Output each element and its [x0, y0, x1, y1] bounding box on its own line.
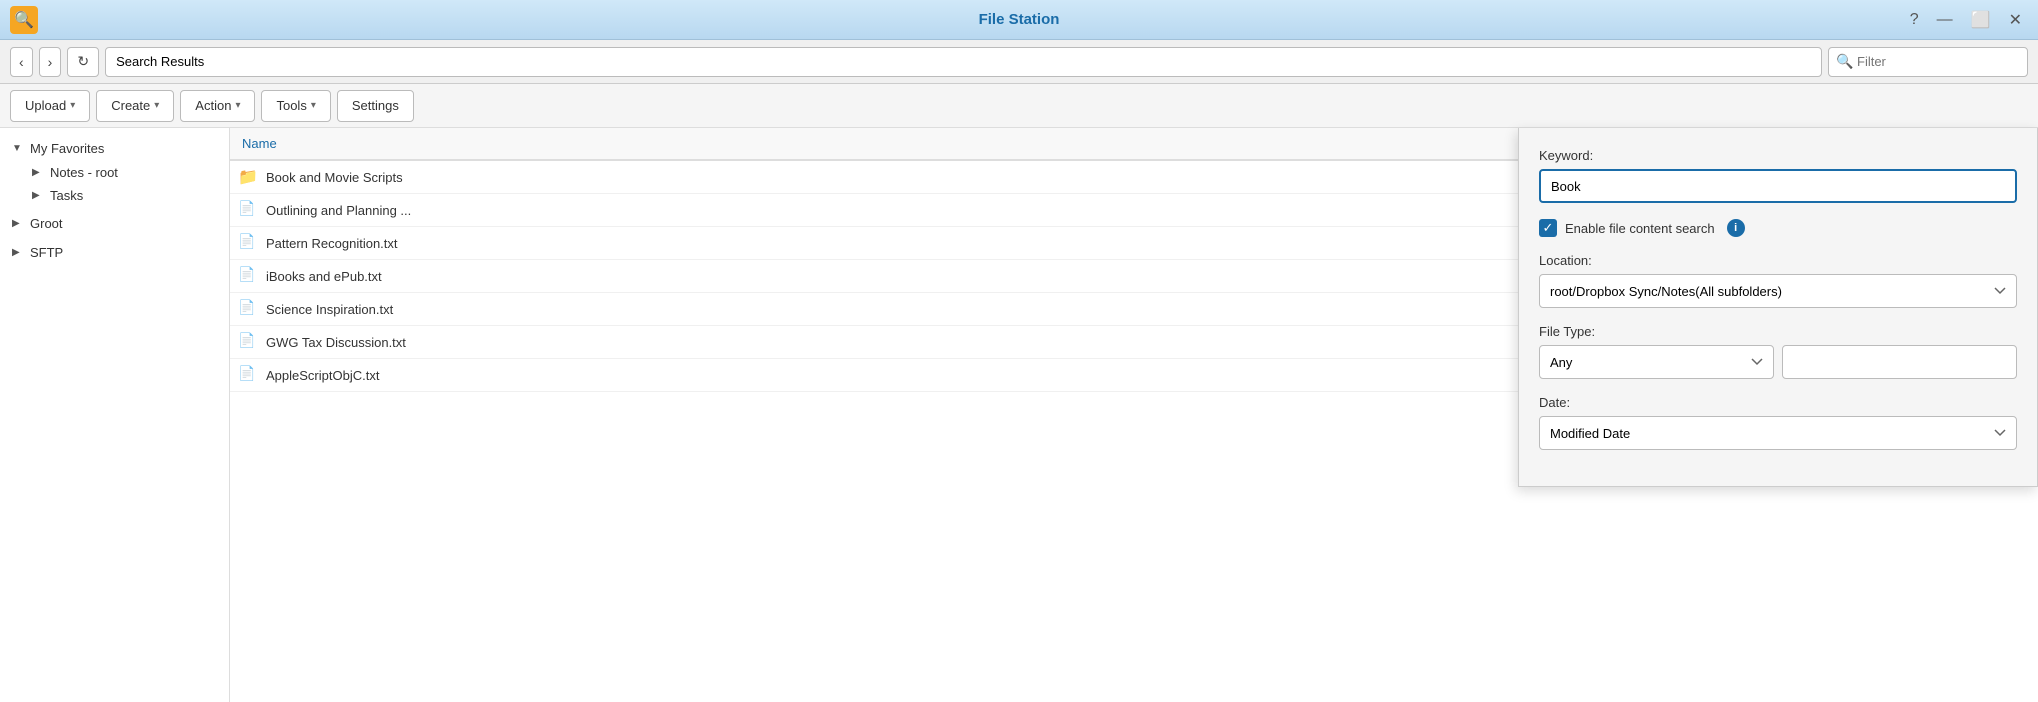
upload-arrow-icon: ▾	[70, 100, 75, 111]
date-label: Date:	[1539, 395, 2017, 410]
doc-icon: 📄	[238, 200, 258, 220]
date-select[interactable]: Modified Date Creation Date Last Access …	[1539, 416, 2017, 450]
doc-icon: 📄	[238, 266, 258, 286]
sidebar-item-sftp[interactable]: ▶ SFTP	[0, 240, 229, 265]
action-button[interactable]: Action ▾	[180, 90, 255, 122]
file-type-select[interactable]: Any Document Image Video Audio Archive	[1539, 345, 1774, 379]
doc-icon: 📄	[238, 332, 258, 352]
sidebar-item-my-favorites[interactable]: ▼ My Favorites	[0, 136, 229, 161]
sidebar-section-favorites: ▼ My Favorites ▶ Notes - root ▶ Tasks	[0, 136, 229, 207]
location-label: Location:	[1539, 253, 2017, 268]
sidebar-item-groot[interactable]: ▶ Groot	[0, 211, 229, 236]
content-search-checkbox[interactable]: ✓	[1539, 219, 1557, 237]
sidebar-favorites-children: ▶ Notes - root ▶ Tasks	[0, 161, 229, 207]
refresh-button[interactable]: ↻	[67, 47, 99, 77]
content-search-label: Enable file content search	[1565, 221, 1715, 236]
notes-arrow-icon: ▶	[32, 167, 44, 178]
title-bar: 🔍 File Station ? — ⬜ ✕	[0, 0, 2038, 40]
create-button[interactable]: Create ▾	[96, 90, 174, 122]
filter-input[interactable]	[1828, 47, 2028, 77]
toolbar: Upload ▾ Create ▾ Action ▾ Tools ▾ Setti…	[0, 84, 2038, 128]
date-row: Date: Modified Date Creation Date Last A…	[1539, 395, 2017, 450]
window-controls: ? — ⬜ ✕	[1904, 8, 2028, 32]
sidebar-item-notes-root[interactable]: ▶ Notes - root	[20, 161, 229, 184]
file-type-label: File Type:	[1539, 324, 2017, 339]
groot-arrow-icon: ▶	[12, 218, 24, 229]
nav-bar: ‹ › ↻ 🔍	[0, 40, 2038, 84]
app-icon: 🔍	[10, 6, 38, 34]
forward-button[interactable]: ›	[39, 47, 62, 77]
sidebar: ▼ My Favorites ▶ Notes - root ▶ Tasks ▶ …	[0, 128, 230, 702]
sidebar-section-groot: ▶ Groot	[0, 211, 229, 236]
sidebar-item-tasks[interactable]: ▶ Tasks	[20, 184, 229, 207]
doc-icon: 📄	[238, 233, 258, 253]
keyword-label: Keyword:	[1539, 148, 2017, 163]
file-type-inputs: Any Document Image Video Audio Archive	[1539, 345, 2017, 379]
file-type-row: File Type: Any Document Image Video Audi…	[1539, 324, 2017, 379]
settings-button[interactable]: Settings	[337, 90, 414, 122]
tools-button[interactable]: Tools ▾	[261, 90, 330, 122]
location-row: Location: root/Dropbox Sync/Notes(All su…	[1539, 253, 2017, 308]
search-panel: Keyword: ✓ Enable file content search i …	[1518, 128, 2038, 487]
main-layout: ▼ My Favorites ▶ Notes - root ▶ Tasks ▶ …	[0, 128, 2038, 702]
minimize-button[interactable]: —	[1931, 9, 1959, 31]
favorites-arrow-icon: ▼	[12, 143, 24, 154]
info-icon[interactable]: i	[1727, 219, 1745, 237]
file-type-ext-input[interactable]	[1782, 345, 2017, 379]
location-select[interactable]: root/Dropbox Sync/Notes(All subfolders)	[1539, 274, 2017, 308]
sidebar-section-sftp: ▶ SFTP	[0, 240, 229, 265]
action-arrow-icon: ▾	[235, 100, 240, 111]
content-search-checkbox-row: ✓ Enable file content search i	[1539, 219, 2017, 237]
close-button[interactable]: ✕	[2003, 8, 2028, 32]
back-button[interactable]: ‹	[10, 47, 33, 77]
sftp-arrow-icon: ▶	[12, 247, 24, 258]
folder-icon: 📁	[238, 167, 258, 187]
window-title: File Station	[979, 11, 1060, 28]
doc-icon: 📄	[238, 365, 258, 385]
content-search-row: ✓ Enable file content search i	[1539, 219, 2017, 237]
tasks-arrow-icon: ▶	[32, 190, 44, 201]
keyword-input[interactable]	[1539, 169, 2017, 203]
create-arrow-icon: ▾	[154, 100, 159, 111]
keyword-row: Keyword:	[1539, 148, 2017, 203]
filter-wrap: 🔍	[1828, 47, 2028, 77]
upload-button[interactable]: Upload ▾	[10, 90, 90, 122]
help-button[interactable]: ?	[1904, 9, 1925, 31]
tools-arrow-icon: ▾	[311, 100, 316, 111]
doc-icon: 📄	[238, 299, 258, 319]
location-bar[interactable]	[105, 47, 1822, 77]
maximize-button[interactable]: ⬜	[1965, 8, 1997, 32]
